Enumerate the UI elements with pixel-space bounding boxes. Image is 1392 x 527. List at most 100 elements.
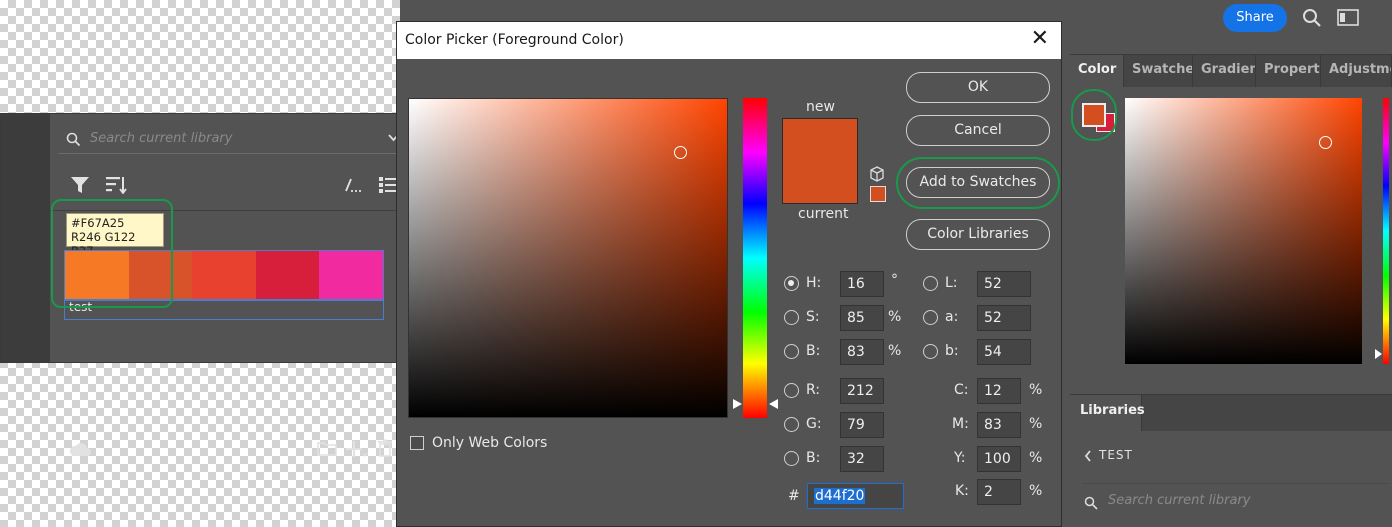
radio-rgb-b[interactable]: [784, 451, 799, 466]
library-swatch[interactable]: [319, 251, 383, 299]
workspace-icon[interactable]: [1337, 9, 1359, 26]
r-label: R:: [806, 382, 821, 398]
libraries-search-placeholder: Search current library: [1108, 493, 1251, 508]
black-input[interactable]: 2: [977, 479, 1021, 505]
close-icon[interactable]: ✕: [1031, 26, 1049, 51]
s-label: S:: [806, 309, 820, 325]
m-label: M:: [952, 416, 969, 432]
radio-b[interactable]: [784, 344, 799, 359]
library-search-field[interactable]: Search current library: [58, 126, 408, 154]
search-placeholder: Search current library: [90, 131, 233, 146]
dialog-title: Color Picker (Foreground Color): [405, 32, 624, 48]
trash-icon[interactable]: [377, 439, 393, 457]
radio-lab-b[interactable]: [923, 344, 938, 359]
magenta-input[interactable]: 83: [977, 412, 1021, 438]
web-safe-swatch[interactable]: [870, 186, 886, 202]
color-panel: Color Swatches Gradients Properties Adju…: [1070, 54, 1392, 391]
radio-r[interactable]: [784, 383, 799, 398]
radio-l[interactable]: [923, 276, 938, 291]
hue-arrow-left-icon[interactable]: [733, 399, 742, 409]
tab-gradients[interactable]: Gradients: [1193, 55, 1256, 87]
g-label: G:: [806, 416, 822, 432]
a-input[interactable]: 52: [977, 305, 1031, 331]
color-field-cursor[interactable]: [674, 146, 687, 159]
highlight-ring: [51, 199, 173, 308]
only-web-colors-label: Only Web Colors: [432, 435, 548, 451]
hue-slider[interactable]: [743, 98, 767, 418]
radio-s[interactable]: [784, 310, 799, 325]
tab-swatches[interactable]: Swatches: [1124, 55, 1193, 87]
radio-g[interactable]: [784, 417, 799, 432]
library-swatch[interactable]: [255, 251, 320, 299]
h-label: H:: [806, 275, 822, 291]
highlight-ring: [896, 157, 1060, 209]
highlight-ring: [1071, 89, 1117, 141]
hex-input[interactable]: d44f20: [807, 483, 904, 509]
degree-unit: °: [891, 272, 898, 288]
c-label: C:: [954, 382, 969, 398]
cancel-button[interactable]: Cancel: [906, 115, 1050, 146]
color-preview: [782, 118, 858, 204]
panel-tabs: Color Swatches Gradients Properties Adju…: [1070, 55, 1392, 87]
photoshop-workspace: Search current library #F67A25 R246 G122…: [0, 0, 1392, 527]
color-panel-hue-slider[interactable]: [1383, 98, 1389, 364]
ok-button[interactable]: OK: [906, 72, 1050, 103]
color-picker-dialog: Color Picker (Foreground Color) ✕ new cu…: [396, 21, 1062, 527]
rgb-b-label: B:: [806, 450, 821, 466]
hex-label: #: [788, 488, 800, 504]
color-panel-cursor[interactable]: [1319, 136, 1332, 149]
hex-value: d44f20: [814, 488, 866, 504]
chevron-left-icon[interactable]: [1084, 450, 1092, 462]
tab-libraries[interactable]: Libraries: [1070, 395, 1145, 431]
radio-h[interactable]: [784, 276, 799, 291]
tab-color[interactable]: Color: [1070, 55, 1124, 87]
yellow-input[interactable]: 100: [977, 446, 1021, 472]
folder-icon[interactable]: [317, 440, 337, 456]
share-button[interactable]: Share: [1223, 4, 1287, 32]
libraries-search-field[interactable]: Search current library: [1082, 483, 1388, 523]
cloud-icon[interactable]: [68, 441, 92, 457]
tab-properties[interactable]: Properties: [1256, 55, 1321, 87]
percent-unit: %: [1029, 382, 1043, 398]
search-icon[interactable]: [1302, 8, 1322, 28]
hue-input[interactable]: 16: [840, 271, 884, 297]
library-bottom-bar: [50, 436, 420, 464]
library-breadcrumb[interactable]: TEST: [1099, 448, 1133, 462]
saturation-input[interactable]: 85: [840, 305, 884, 331]
current-label: current: [798, 206, 849, 222]
new-label: new: [806, 99, 835, 115]
k-label: K:: [955, 483, 969, 499]
red-input[interactable]: 212: [840, 378, 884, 404]
tab-adjustments[interactable]: Adjustments: [1321, 55, 1392, 87]
library-swatch[interactable]: [192, 251, 256, 299]
l-label: L:: [945, 275, 958, 291]
dialog-titlebar: Color Picker (Foreground Color) ✕: [397, 22, 1061, 59]
l-input[interactable]: 52: [977, 271, 1031, 297]
search-icon: [1084, 496, 1098, 510]
typography-view-icon[interactable]: [344, 177, 364, 193]
filter-icon[interactable]: [70, 176, 90, 194]
hue-arrow-right-icon[interactable]: [769, 399, 778, 409]
out-of-gamut-cube-icon[interactable]: [869, 166, 885, 182]
lab-b-input[interactable]: 54: [977, 339, 1031, 365]
hue-arrow-icon[interactable]: [1375, 349, 1382, 359]
add-icon[interactable]: [346, 440, 368, 458]
libraries-tabbar: Libraries: [1070, 395, 1392, 431]
radio-a[interactable]: [923, 310, 938, 325]
b-label: B:: [806, 343, 821, 359]
only-web-colors-checkbox[interactable]: [410, 436, 424, 450]
percent-unit: %: [1029, 416, 1043, 432]
lab-b-label: b:: [945, 343, 959, 359]
percent-unit: %: [1029, 450, 1043, 466]
green-input[interactable]: 79: [840, 412, 884, 438]
percent-unit: %: [1029, 483, 1043, 499]
blue-input[interactable]: 32: [840, 446, 884, 472]
brightness-input[interactable]: 83: [840, 339, 884, 365]
cyan-input[interactable]: 12: [977, 378, 1021, 404]
sort-icon[interactable]: [105, 176, 127, 194]
search-icon: [66, 132, 81, 147]
popup-edge: [1, 114, 50, 362]
color-libraries-button[interactable]: Color Libraries: [906, 219, 1050, 250]
y-label: Y:: [954, 450, 966, 466]
a-label: a:: [945, 309, 959, 325]
